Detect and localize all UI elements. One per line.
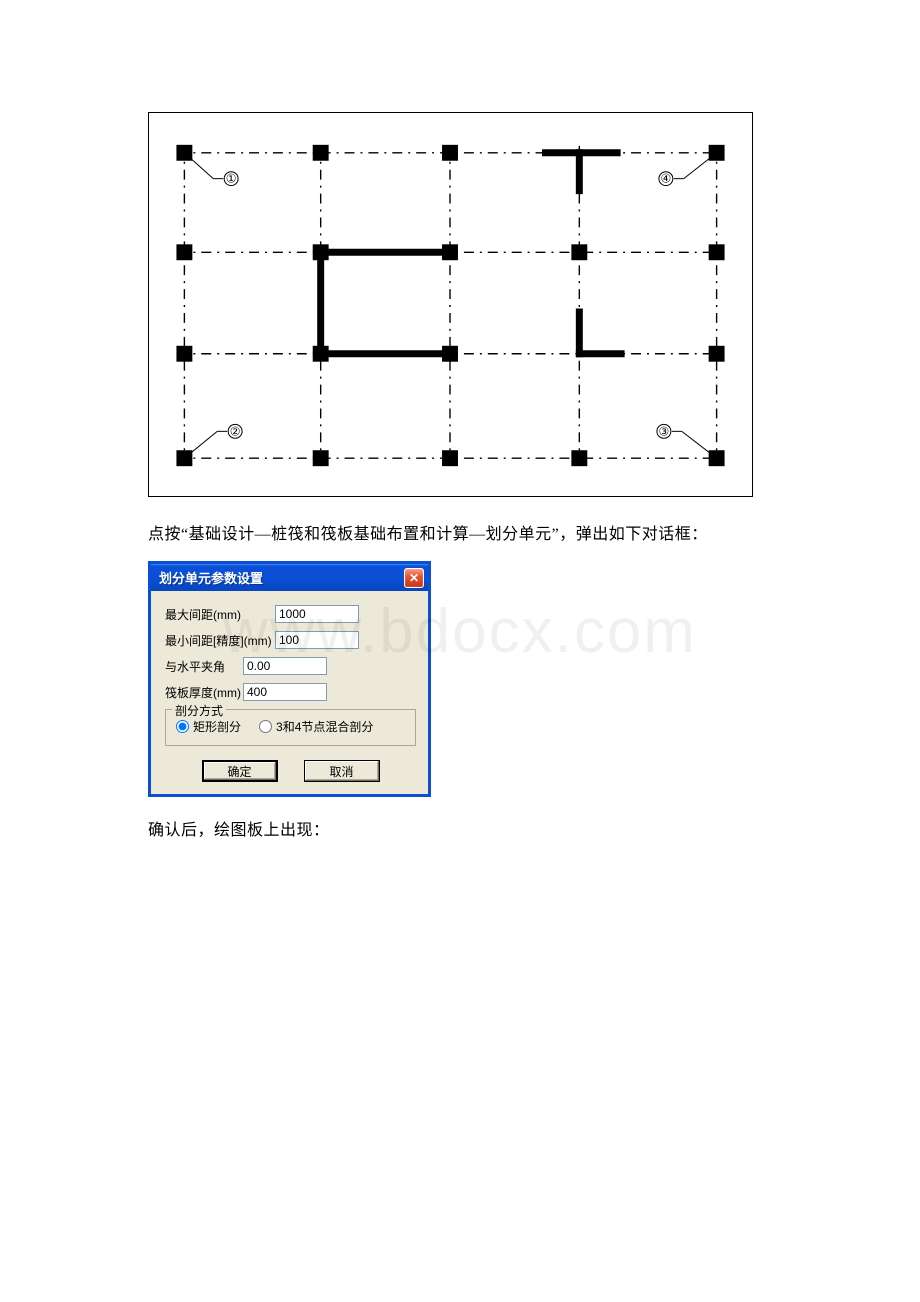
ok-button[interactable]: 确定 xyxy=(202,760,278,782)
groupbox-legend: 剖分方式 xyxy=(172,702,226,719)
caption-1: 点按“基础设计—桩筏和筏板基础布置和计算—划分单元”，弹出如下对话框： xyxy=(148,519,772,551)
dialog-title: 划分单元参数设置 xyxy=(159,568,263,587)
radio-mixed-input[interactable] xyxy=(259,720,272,733)
document-page: ① ② ③ ④ 点按“基础设计—桩筏和筏板基础布置和计算—划分单元”，弹出如下对… xyxy=(0,0,920,847)
label-max-spacing: 最大间距(mm) xyxy=(165,606,275,623)
radio-rectangular[interactable]: 矩形剖分 xyxy=(176,718,241,735)
dialog-titlebar[interactable]: 划分单元参数设置 ✕ xyxy=(151,564,428,591)
label-min-spacing: 最小间距[精度](mm) xyxy=(165,632,275,649)
input-max-spacing[interactable] xyxy=(275,605,359,623)
dialog-body: 最大间距(mm) 最小间距[精度](mm) 与水平夹角 筏板厚度(mm) 剖分方… xyxy=(151,591,428,794)
input-thickness[interactable] xyxy=(243,683,327,701)
radio-rectangular-label: 矩形剖分 xyxy=(193,718,241,735)
input-min-spacing[interactable] xyxy=(275,631,359,649)
label-thickness: 筏板厚度(mm) xyxy=(165,684,243,701)
cancel-button[interactable]: 取消 xyxy=(304,760,380,782)
groupbox-split-method: 剖分方式 矩形剖分 3和4节点混合剖分 xyxy=(165,709,416,746)
label-angle: 与水平夹角 xyxy=(165,658,243,675)
diagram-svg: ① ② ③ ④ xyxy=(149,113,752,496)
caption-2: 确认后，绘图板上出现： xyxy=(148,815,772,847)
radio-mixed-label: 3和4节点混合剖分 xyxy=(276,718,373,735)
diagram-label-1: ① xyxy=(226,172,237,186)
input-angle[interactable] xyxy=(243,657,327,675)
radio-mixed[interactable]: 3和4节点混合剖分 xyxy=(259,718,373,735)
dialog-divide-unit-params: 划分单元参数设置 ✕ 最大间距(mm) 最小间距[精度](mm) 与水平夹角 筏… xyxy=(148,561,431,797)
diagram-label-3: ③ xyxy=(659,424,670,438)
radio-rectangular-input[interactable] xyxy=(176,720,189,733)
structural-diagram: ① ② ③ ④ xyxy=(148,112,753,497)
diagram-label-4: ④ xyxy=(661,172,672,186)
close-icon[interactable]: ✕ xyxy=(404,568,424,588)
diagram-label-2: ② xyxy=(230,424,241,438)
